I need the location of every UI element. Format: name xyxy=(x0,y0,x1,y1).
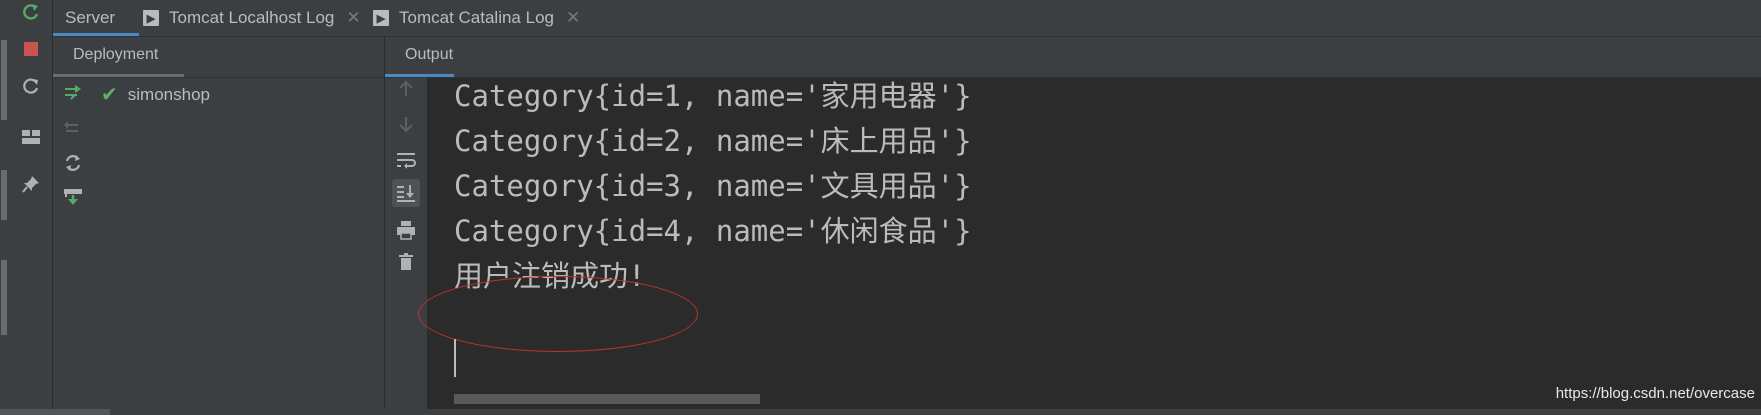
active-tab-indicator xyxy=(53,74,184,77)
deployment-header: Deployment xyxy=(53,37,384,78)
strip-tab-marker[interactable] xyxy=(1,260,7,335)
rerun-icon[interactable] xyxy=(19,0,43,24)
scrollbar-thumb[interactable] xyxy=(0,409,110,415)
tab-deployment[interactable]: Deployment xyxy=(73,46,158,64)
text-caret xyxy=(454,339,456,377)
close-icon[interactable]: ✕ xyxy=(566,8,580,28)
layout-icon[interactable] xyxy=(19,125,43,149)
tab-output[interactable]: Output xyxy=(405,46,453,64)
tab-tomcat-localhost-log[interactable]: ▶ Tomcat Localhost Log ✕ xyxy=(143,0,361,36)
print-icon[interactable] xyxy=(392,216,420,244)
artifact-label: simonshop xyxy=(127,84,210,104)
console-line: Category{id=2, name='床上用品'} xyxy=(454,124,972,158)
refresh-icon[interactable] xyxy=(19,74,43,98)
watermark: https://blog.csdn.net/overcase xyxy=(1555,385,1755,402)
trash-icon[interactable] xyxy=(392,248,420,276)
tab-tomcat-catalina-log[interactable]: ▶ Tomcat Catalina Log ✕ xyxy=(373,0,580,36)
strip-tab-marker[interactable] xyxy=(1,170,7,220)
check-icon: ✔ xyxy=(101,84,118,106)
deployment-item-simonshop[interactable]: ✔ simonshop xyxy=(101,82,210,107)
stop-icon[interactable] xyxy=(19,37,43,61)
console-line: Category{id=4, name='休闲食品'} xyxy=(454,214,972,248)
tab-label: Server xyxy=(65,8,116,27)
pin-icon[interactable] xyxy=(19,172,43,196)
services-toolbar xyxy=(9,0,53,415)
console-icon: ▶ xyxy=(143,10,159,26)
active-tab-indicator xyxy=(53,33,139,36)
tab-server[interactable]: Server xyxy=(65,0,115,36)
arrow-up-icon[interactable] xyxy=(392,75,420,103)
strip-tab-marker[interactable] xyxy=(1,40,7,120)
horizontal-scrollbar[interactable] xyxy=(454,394,760,404)
close-icon[interactable]: ✕ xyxy=(346,8,360,28)
scroll-to-end-icon[interactable] xyxy=(392,179,420,207)
tab-label: Tomcat Localhost Log xyxy=(169,8,335,27)
deployment-panel: Deployment ✔ simonshop xyxy=(53,37,385,415)
deploy-artifact-icon[interactable] xyxy=(61,185,85,209)
soft-wrap-icon[interactable] xyxy=(392,146,420,174)
console-toolbar xyxy=(385,78,427,415)
update-icon[interactable] xyxy=(61,151,85,175)
tab-label: Tomcat Catalina Log xyxy=(399,8,554,27)
console-line: Category{id=3, name='文具用品'} xyxy=(454,169,972,203)
tab-bar: Server ▶ Tomcat Localhost Log ✕ ▶ Tomcat… xyxy=(53,0,1761,37)
bottom-scrollbar xyxy=(0,409,1761,415)
annotation-ellipse xyxy=(418,276,698,352)
console-output[interactable]: Category{id=1, name='家用电器'} Category{id=… xyxy=(418,78,1761,415)
deploy-all-icon[interactable] xyxy=(61,80,85,104)
output-header: Output xyxy=(385,37,1761,78)
console-icon: ▶ xyxy=(373,10,389,26)
console-line: Category{id=1, name='家用电器'} xyxy=(454,79,972,113)
undeploy-icon[interactable] xyxy=(61,116,85,140)
arrow-down-icon[interactable] xyxy=(392,110,420,138)
